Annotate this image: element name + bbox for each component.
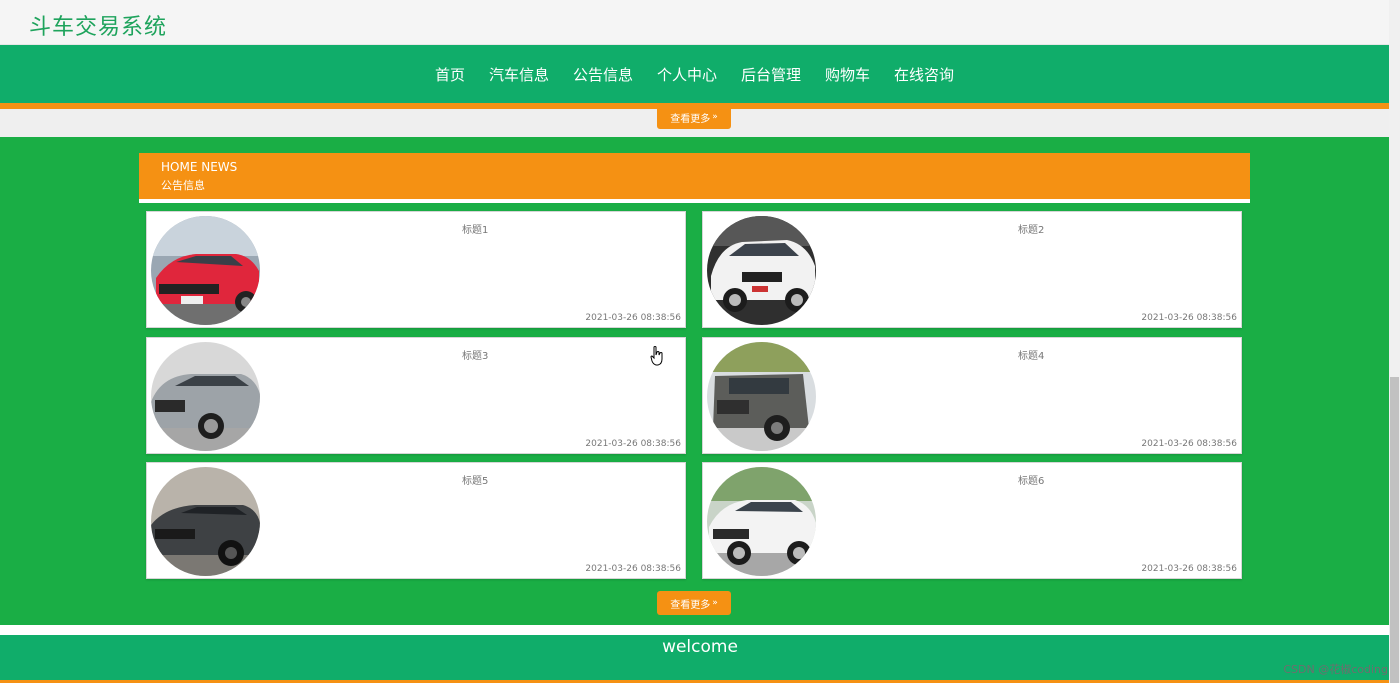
car-thumbnail[interactable]: [151, 467, 260, 576]
view-more-label: 查看更多: [670, 599, 711, 611]
hand-cursor-icon: [650, 346, 664, 370]
card-title[interactable]: 标题5: [462, 472, 488, 487]
card-timestamp: 2021-03-26 08:38:56: [585, 564, 681, 574]
car-thumbnail[interactable]: [151, 342, 260, 451]
nav-item-admin[interactable]: 后台管理: [741, 64, 801, 85]
app-title[interactable]: 斗车交易系统: [29, 9, 167, 41]
car-thumbnail[interactable]: [707, 467, 816, 576]
news-title-cn: 公告信息: [161, 179, 205, 192]
card-timestamp: 2021-03-26 08:38:56: [1141, 564, 1237, 574]
news-card[interactable]: 标题1 2021-03-26 08:38:56: [146, 211, 686, 328]
card-timestamp: 2021-03-26 08:38:56: [585, 439, 681, 449]
footer-welcome: welcome: [662, 637, 738, 657]
news-title-en: HOME NEWS: [161, 160, 238, 174]
view-more-label: 查看更多: [670, 113, 711, 125]
news-card[interactable]: 标题6 2021-03-26 08:38:56: [702, 462, 1242, 579]
main-nav: 首页 汽车信息 公告信息 个人中心 后台管理 购物车 在线咨询: [0, 45, 1389, 103]
nav-item-announcements[interactable]: 公告信息: [573, 64, 633, 85]
nav-item-consult[interactable]: 在线咨询: [894, 64, 954, 85]
card-timestamp: 2021-03-26 08:38:56: [1141, 439, 1237, 449]
nav-item-car-info[interactable]: 汽车信息: [489, 64, 549, 85]
watermark: CSDN @花椒coding: [1283, 663, 1388, 676]
news-card[interactable]: 标题3 2021-03-26 08:38:56: [146, 337, 686, 454]
view-more-button-top[interactable]: 查看更多 »: [657, 105, 731, 129]
car-thumbnail[interactable]: [707, 216, 816, 325]
top-header: 斗车交易系统: [0, 0, 1389, 45]
car-thumbnail[interactable]: [151, 216, 260, 325]
section-divider: [0, 625, 1389, 635]
card-title[interactable]: 标题4: [1018, 347, 1044, 362]
card-timestamp: 2021-03-26 08:38:56: [1141, 313, 1237, 323]
nav-item-profile[interactable]: 个人中心: [657, 64, 717, 85]
double-chevron-right-icon: »: [712, 112, 718, 122]
card-title[interactable]: 标题2: [1018, 221, 1044, 236]
news-card[interactable]: 标题4 2021-03-26 08:38:56: [702, 337, 1242, 454]
car-thumbnail[interactable]: [707, 342, 816, 451]
card-title[interactable]: 标题1: [462, 221, 488, 236]
double-chevron-right-icon: »: [712, 598, 718, 608]
card-title[interactable]: 标题6: [1018, 472, 1044, 487]
news-section-header: HOME NEWS 公告信息: [139, 153, 1250, 203]
view-more-button[interactable]: 查看更多 »: [657, 591, 731, 615]
footer: welcome: [0, 635, 1389, 680]
card-timestamp: 2021-03-26 08:38:56: [585, 313, 681, 323]
news-card[interactable]: 标题2 2021-03-26 08:38:56: [702, 211, 1242, 328]
scrollbar-thumb[interactable]: [1390, 377, 1399, 683]
page-scrollbar[interactable]: [1389, 0, 1400, 683]
nav-item-home[interactable]: 首页: [435, 64, 465, 85]
nav-item-cart[interactable]: 购物车: [825, 64, 870, 85]
news-card[interactable]: 标题5 2021-03-26 08:38:56: [146, 462, 686, 579]
card-title[interactable]: 标题3: [462, 347, 488, 362]
